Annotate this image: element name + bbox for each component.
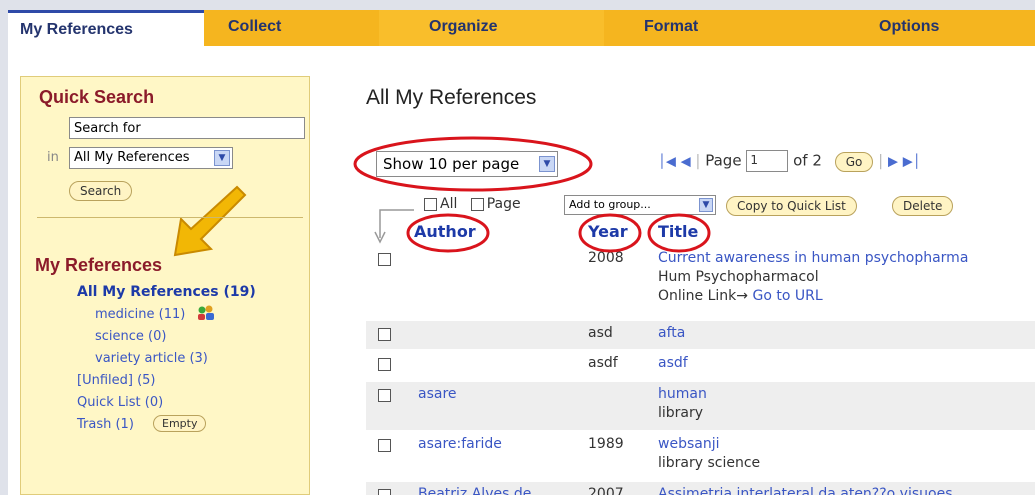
per-page-select[interactable]: Show 10 per page ▼ [376, 151, 558, 177]
row-journal: library [658, 405, 704, 421]
row-checkbox[interactable] [378, 489, 391, 495]
row-author[interactable]: asare [418, 386, 457, 402]
row-title[interactable]: asdf [658, 355, 688, 371]
tab-label: My References [20, 21, 133, 38]
tab-label: Format [644, 18, 699, 35]
search-button[interactable]: Search [69, 181, 133, 201]
first-page-icon[interactable]: │◀ [658, 155, 676, 170]
row-checkbox[interactable] [378, 358, 391, 371]
sidebar-divider [37, 217, 303, 218]
selection-controls: All Page [424, 196, 521, 212]
page-title: All My References [366, 86, 537, 109]
row-journal: Hum Psychopharmacol [658, 269, 819, 285]
row-checkbox[interactable] [378, 439, 391, 452]
select-page-label: Page [486, 196, 521, 212]
pagination: │◀ ◀ | Page 1 of 2 Go | ▶ ▶│ [658, 150, 921, 178]
sidebar-item-quick-list[interactable]: Quick List (0) [77, 395, 163, 410]
table-row: 2008 Current awareness in human psychoph… [366, 246, 1035, 318]
sidebar-item-science[interactable]: science (0) [95, 329, 166, 344]
row-year: asdf [588, 355, 618, 371]
table-row: asd afta [366, 321, 1035, 349]
row-author[interactable]: Beatriz Alves de [418, 486, 531, 495]
tab-collect[interactable]: Collect [204, 10, 379, 46]
page-number-input[interactable]: 1 [746, 150, 789, 172]
chevron-down-icon: ▼ [699, 198, 713, 212]
select-page-checkbox[interactable] [470, 197, 484, 211]
row-checkbox[interactable] [378, 389, 391, 402]
row-year: 1989 [588, 436, 624, 452]
tab-label: Organize [429, 18, 498, 35]
online-link-label: Online Link [658, 288, 737, 304]
row-title[interactable]: Assimetria interlateral da aten??o visuo… [658, 486, 953, 495]
chevron-down-icon: ▼ [214, 150, 230, 166]
row-year: 2007 [588, 486, 624, 495]
go-to-url-link[interactable]: Go to URL [752, 288, 822, 304]
row-year: asd [588, 325, 613, 341]
table-row: Beatriz Alves de 2007 Assimetria interla… [366, 482, 1035, 495]
tab-my-references[interactable]: My References [8, 10, 204, 46]
row-checkbox[interactable] [378, 253, 391, 266]
delete-button[interactable]: Delete [892, 196, 954, 216]
empty-trash-button[interactable]: Empty [153, 415, 207, 432]
tab-format[interactable]: Format [604, 10, 829, 46]
tab-organize[interactable]: Organize [379, 10, 604, 46]
column-header-title[interactable]: Title [658, 222, 698, 241]
add-to-group-select[interactable]: Add to group... ▼ [564, 195, 716, 215]
select-all-checkbox[interactable] [424, 197, 437, 211]
search-scope-select[interactable]: All My References ▼ [69, 147, 233, 169]
row-year: 2008 [588, 250, 624, 266]
arrow-right-icon: → [736, 288, 749, 304]
row-checkbox[interactable] [378, 328, 391, 341]
row-author[interactable]: asare:faride [418, 436, 502, 452]
per-page-value: Show 10 per page [383, 155, 520, 173]
bracket-arrow-icon [374, 209, 414, 244]
pager-divider: | [695, 151, 701, 170]
pager-divider: | [878, 151, 884, 170]
scope-value: All My References [74, 150, 190, 165]
row-journal: library science [658, 455, 761, 471]
column-header-author[interactable]: Author [414, 222, 476, 241]
table-row: asare:faride 1989 websanji library scien… [366, 432, 1035, 480]
sidebar-item-all-references[interactable]: All My References (19) [77, 284, 256, 300]
table-row: asare human library [366, 382, 1035, 430]
row-online-link: Online Link→ Go to URL [658, 288, 823, 304]
quick-search-title: Quick Search [39, 87, 155, 107]
sidebar-item-trash[interactable]: Trash (1) [77, 417, 134, 432]
sidebar: Quick Search in All My References ▼ Sear… [20, 76, 310, 495]
tab-label: Options [879, 18, 940, 35]
copy-to-quick-list-button[interactable]: Copy to Quick List [726, 196, 857, 216]
shared-group-icon [198, 305, 214, 320]
my-references-title: My References [35, 255, 163, 275]
row-title[interactable]: websanji [658, 436, 719, 452]
table-row: asdf asdf [366, 351, 1035, 379]
tab-options[interactable]: Options [829, 10, 1035, 46]
sidebar-item-variety-article[interactable]: variety article (3) [95, 351, 208, 366]
annotation-arrow-icon [173, 185, 247, 257]
row-title[interactable]: Current awareness in human psychopharma [658, 250, 968, 266]
page-of-label: of 2 [793, 151, 822, 170]
search-input[interactable] [69, 117, 305, 139]
main-tab-bar: My References Collect Organize Format Op… [8, 10, 1035, 46]
content-area: Quick Search in All My References ▼ Sear… [8, 46, 1035, 495]
select-all-label: All [440, 196, 458, 212]
row-title[interactable]: human [658, 386, 707, 402]
page-label: Page [705, 151, 742, 170]
last-page-icon[interactable]: ▶│ [903, 155, 921, 170]
previous-page-icon[interactable]: ◀ [681, 155, 691, 170]
row-title[interactable]: afta [658, 325, 685, 341]
column-header-year[interactable]: Year [588, 222, 628, 241]
tab-label: Collect [228, 18, 282, 35]
in-label: in [47, 150, 59, 165]
chevron-down-icon: ▼ [539, 156, 555, 172]
go-button[interactable]: Go [834, 151, 874, 172]
next-page-icon[interactable]: ▶ [888, 155, 898, 170]
sidebar-item-unfiled[interactable]: [Unfiled] (5) [77, 373, 156, 388]
group-select-value: Add to group... [569, 198, 651, 211]
sidebar-item-medicine[interactable]: medicine (11) [95, 307, 185, 322]
